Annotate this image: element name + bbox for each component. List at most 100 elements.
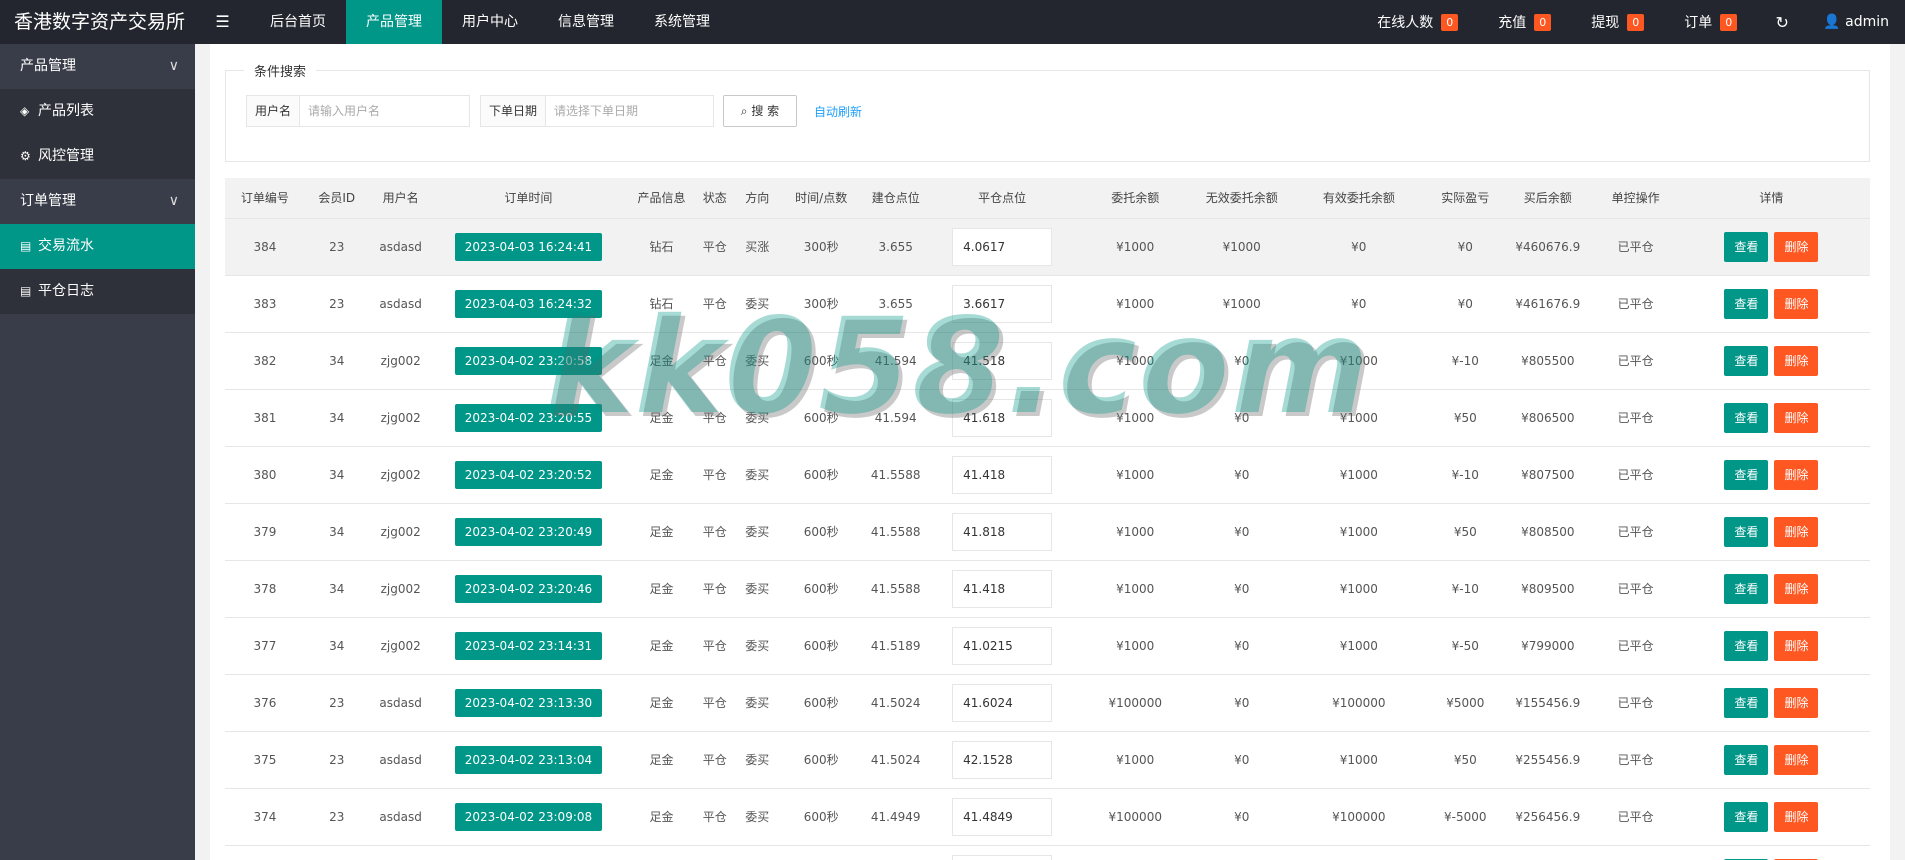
invalid-balance-cell: ¥0: [1199, 560, 1285, 618]
delete-button[interactable]: 删除: [1774, 630, 1819, 661]
nav-system[interactable]: 系统管理: [634, 0, 730, 44]
status-cell: 平仓: [698, 503, 731, 561]
close-price-input[interactable]: [952, 284, 1053, 323]
commission-balance-cell: ¥1000: [1071, 503, 1200, 561]
menu-toggle-icon[interactable]: ☰: [195, 0, 250, 44]
nav-dashboard[interactable]: 后台首页: [250, 0, 346, 44]
view-button[interactable]: 查看: [1724, 573, 1769, 604]
duration-cell: 600秒: [783, 560, 859, 618]
refresh-icon[interactable]: ↻: [1757, 13, 1807, 32]
sidebar-group-products[interactable]: 产品管理 ∨: [0, 44, 195, 89]
table-row[interactable]: 37323asdasd2023-04-02 23:08:39K金平仓委买600秒…: [225, 845, 1870, 860]
close-price-input[interactable]: [952, 740, 1053, 779]
view-button[interactable]: 查看: [1724, 231, 1769, 262]
close-price-input[interactable]: [952, 227, 1053, 266]
control-status-cell: 已平仓: [1598, 446, 1673, 504]
recharge-count[interactable]: 充值 0: [1478, 0, 1571, 44]
product-cell: 钻石: [624, 218, 699, 276]
table-row[interactable]: 376 23 asdasd 2023-04-02 23:13:30 足金 平仓 委买 600秒…: [225, 674, 1870, 732]
direction-cell: 委买: [730, 275, 784, 333]
table-row[interactable]: 383 23 asdasd 2023-04-03 16:24:32 钻石 平仓 委买 300秒…: [225, 275, 1870, 333]
close-price-input[interactable]: [952, 398, 1053, 437]
close-price-input[interactable]: [952, 626, 1053, 665]
column-header: 委托余额: [1071, 178, 1200, 219]
view-button[interactable]: 查看: [1724, 345, 1769, 376]
direction-cell: 委买: [730, 446, 784, 504]
column-header: 建仓点位: [858, 178, 933, 219]
sidebar-item-close-log[interactable]: ▤ 平仓日志: [0, 269, 195, 314]
commission-balance-cell: ¥100000: [1071, 674, 1200, 732]
close-price-input[interactable]: [952, 569, 1053, 608]
delete-button[interactable]: 删除: [1774, 573, 1819, 604]
date-input[interactable]: [546, 96, 711, 126]
control-status-cell: 已平仓: [1598, 503, 1673, 561]
close-price-input[interactable]: [952, 854, 1053, 860]
invalid-balance-cell: ¥0: [1199, 389, 1285, 447]
order-count[interactable]: 订单 0: [1664, 0, 1757, 44]
sidebar-group-orders[interactable]: 订单管理 ∨: [0, 179, 195, 224]
table-row[interactable]: 384 23 asdasd 2023-04-03 16:24:41 钻石 平仓 买涨 300秒…: [225, 218, 1870, 276]
status-cell: 平仓: [698, 560, 731, 618]
close-price-input[interactable]: [952, 683, 1053, 722]
nav-products[interactable]: 产品管理: [346, 0, 442, 44]
site-logo[interactable]: 香港数字资产交易所: [0, 0, 195, 44]
user-menu[interactable]: 👤 admin: [1807, 14, 1905, 30]
order-time-cell: 2023-04-02 23:20:55: [432, 389, 625, 447]
view-button[interactable]: 查看: [1724, 459, 1769, 490]
post-balance-cell: ¥255456.9: [1497, 731, 1599, 789]
username-cell: asdasd: [368, 788, 433, 846]
sidebar-item-product-list[interactable]: ◈ 产品列表: [0, 89, 195, 134]
table-row[interactable]: 379 34 zjg002 2023-04-02 23:20:49 足金 平仓 委买 600秒…: [225, 503, 1870, 561]
table-row[interactable]: 378 34 zjg002 2023-04-02 23:20:46 足金 平仓 委买 600秒…: [225, 560, 1870, 618]
table-row[interactable]: 380 34 zjg002 2023-04-02 23:20:52 足金 平仓 委买 600秒…: [225, 446, 1870, 504]
close-price-input[interactable]: [952, 512, 1053, 551]
close-price-cell: [932, 560, 1072, 618]
nav-info[interactable]: 信息管理: [538, 0, 634, 44]
online-count[interactable]: 在线人数 0: [1357, 0, 1478, 44]
table-row[interactable]: 377 34 zjg002 2023-04-02 23:14:31 足金 平仓 委买 600秒…: [225, 617, 1870, 675]
open-price-cell: 0.065554: [858, 845, 933, 860]
commission-balance-cell: ¥1000: [1071, 275, 1200, 333]
view-button[interactable]: 查看: [1724, 516, 1769, 547]
username-input[interactable]: [300, 96, 461, 126]
delete-button[interactable]: 删除: [1774, 744, 1819, 775]
delete-button[interactable]: 删除: [1774, 402, 1819, 433]
delete-button[interactable]: 删除: [1774, 288, 1819, 319]
delete-button[interactable]: 删除: [1774, 516, 1819, 547]
invalid-balance-cell: ¥0: [1199, 788, 1285, 846]
close-price-cell: [932, 788, 1072, 846]
close-price-cell: [932, 731, 1072, 789]
table-row[interactable]: 382 34 zjg002 2023-04-02 23:20:58 足金 平仓 委买 600秒…: [225, 332, 1870, 390]
view-button[interactable]: 查看: [1724, 402, 1769, 433]
view-button[interactable]: 查看: [1724, 801, 1769, 832]
delete-button[interactable]: 删除: [1774, 459, 1819, 490]
view-button[interactable]: 查看: [1724, 630, 1769, 661]
close-price-input[interactable]: [952, 455, 1053, 494]
close-price-input[interactable]: [952, 341, 1053, 380]
order-time-cell: 2023-04-03 16:24:32: [432, 275, 625, 333]
table-row[interactable]: 381 34 zjg002 2023-04-02 23:20:55 足金 平仓 委买 600秒…: [225, 389, 1870, 447]
delete-button[interactable]: 删除: [1774, 231, 1819, 262]
view-button[interactable]: 查看: [1724, 744, 1769, 775]
recharge-label: 充值: [1498, 15, 1527, 31]
order-time-cell: 2023-04-02 23:09:08: [432, 788, 625, 846]
table-row[interactable]: 375 23 asdasd 2023-04-02 23:13:04 足金 平仓 委买 600秒…: [225, 731, 1870, 789]
delete-button[interactable]: 删除: [1774, 801, 1819, 832]
close-price-input[interactable]: [952, 797, 1053, 836]
sidebar-item-transactions[interactable]: ▤ 交易流水: [0, 224, 195, 269]
table-row[interactable]: 374 23 asdasd 2023-04-02 23:09:08 足金 平仓 委买 600秒…: [225, 788, 1870, 846]
valid-balance-cell: ¥100000: [1284, 674, 1434, 732]
valid-balance-cell: ¥1000: [1284, 617, 1434, 675]
open-price-cell: 41.4949: [858, 788, 933, 846]
auto-refresh-link[interactable]: 自动刷新: [814, 103, 862, 120]
search-button[interactable]: ⌕ 搜 索: [723, 95, 797, 127]
nav-users[interactable]: 用户中心: [442, 0, 538, 44]
duration-cell: 600秒: [783, 617, 859, 675]
delete-button[interactable]: 删除: [1774, 345, 1819, 376]
view-button[interactable]: 查看: [1724, 288, 1769, 319]
sidebar-item-risk-control[interactable]: ⚙ 风控管理: [0, 134, 195, 179]
withdraw-count[interactable]: 提现 0: [1571, 0, 1664, 44]
view-button[interactable]: 查看: [1724, 687, 1769, 718]
delete-button[interactable]: 删除: [1774, 687, 1819, 718]
layers-icon: ◈: [20, 104, 30, 118]
